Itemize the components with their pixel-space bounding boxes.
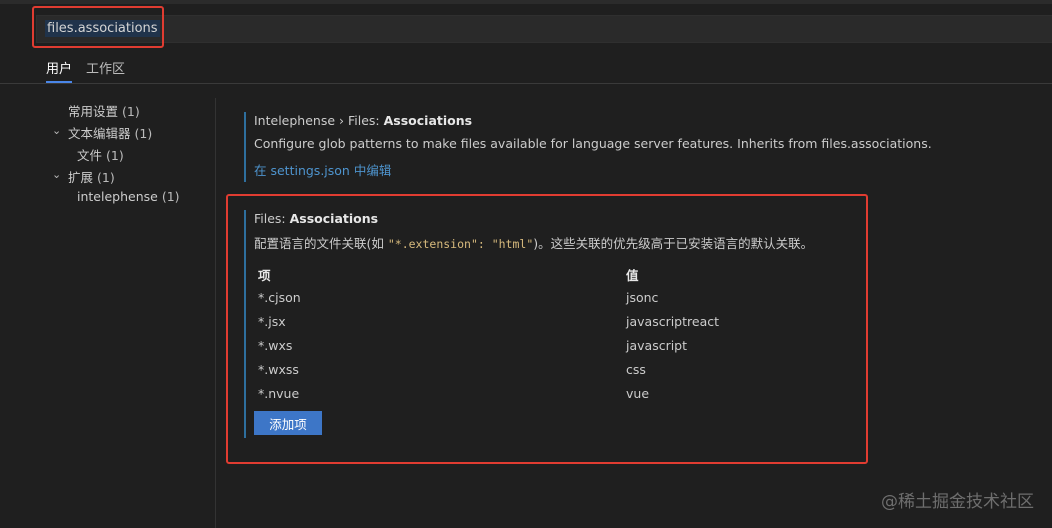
add-item-button[interactable]: 添加项 bbox=[254, 411, 322, 435]
setting-intelephense-associations: Intelephense › Files: Associations Confi… bbox=[244, 112, 932, 182]
row-item: *.nvue bbox=[258, 386, 300, 401]
setting-category: Intelephense › Files: bbox=[254, 113, 384, 128]
column-header-item: 项 bbox=[258, 268, 271, 283]
description-code: "*.extension": "html" bbox=[387, 237, 534, 251]
title-bar-strip bbox=[0, 0, 1052, 4]
toc-separator bbox=[215, 98, 216, 528]
toc-label: 扩展 bbox=[68, 170, 94, 185]
toc-item-files[interactable]: 文件 (1) bbox=[77, 145, 124, 164]
setting-title: Files: Associations bbox=[254, 211, 813, 226]
description-text: 配置语言的文件关联(如 bbox=[254, 236, 388, 251]
chevron-down-icon[interactable]: ⌄ bbox=[52, 168, 61, 181]
setting-name: Associations bbox=[289, 211, 379, 226]
toc-count: (1) bbox=[97, 170, 115, 185]
toc-count: (1) bbox=[106, 148, 124, 163]
setting-name: Associations bbox=[383, 113, 473, 128]
row-item: *.wxs bbox=[258, 338, 293, 353]
toc-count: (1) bbox=[122, 104, 140, 119]
toc-label: 常用设置 bbox=[68, 104, 119, 119]
row-value: css bbox=[626, 362, 646, 377]
row-value: jsonc bbox=[626, 290, 659, 305]
row-value: javascriptreact bbox=[626, 314, 720, 329]
watermark: @稀土掘金技术社区 bbox=[881, 492, 1034, 512]
tab-user[interactable]: 用户 bbox=[46, 58, 73, 83]
toc-count: (1) bbox=[134, 126, 153, 141]
toc-count: (1) bbox=[161, 189, 180, 204]
toc-item-intelephense[interactable]: intelephense (1) bbox=[77, 189, 180, 204]
settings-search-bar[interactable]: files.associations bbox=[36, 15, 1052, 43]
row-item: *.jsx bbox=[258, 314, 286, 329]
toc-label: intelephense bbox=[77, 189, 158, 204]
toc-label: 文件 bbox=[77, 148, 103, 163]
row-item: *.cjson bbox=[258, 290, 301, 305]
toc-label: 文本编辑器 bbox=[68, 126, 131, 141]
tabs-divider bbox=[0, 83, 1052, 84]
column-header-value: 值 bbox=[626, 268, 639, 283]
setting-category: Files: bbox=[254, 211, 290, 226]
description-text: )。这些关联的优先级高于已安装语言的默认关联。 bbox=[533, 236, 814, 251]
toc-item-text-editor[interactable]: 文本编辑器 (1) bbox=[68, 123, 152, 142]
toc-item-extensions[interactable]: 扩展 (1) bbox=[68, 167, 115, 186]
setting-title: Intelephense › Files: Associations bbox=[254, 113, 932, 128]
toc-item-common[interactable]: 常用设置 (1) bbox=[68, 101, 140, 120]
tab-workspace[interactable]: 工作区 bbox=[86, 58, 125, 83]
row-value: vue bbox=[626, 386, 650, 401]
settings-scope-tabs: 用户 工作区 bbox=[46, 58, 139, 83]
edit-in-settings-json-link[interactable]: 在 settings.json 中编辑 bbox=[254, 160, 932, 179]
search-highlight-box bbox=[32, 6, 164, 48]
row-value: javascript bbox=[626, 338, 688, 353]
setting-description: 配置语言的文件关联(如 "*.extension": "html")。这些关联的… bbox=[254, 233, 813, 252]
chevron-down-icon[interactable]: ⌄ bbox=[52, 124, 61, 137]
setting-files-associations: Files: Associations 配置语言的文件关联(如 "*.exten… bbox=[244, 210, 813, 438]
row-item: *.wxss bbox=[258, 362, 299, 377]
setting-description: Configure glob patterns to make files av… bbox=[254, 136, 932, 151]
